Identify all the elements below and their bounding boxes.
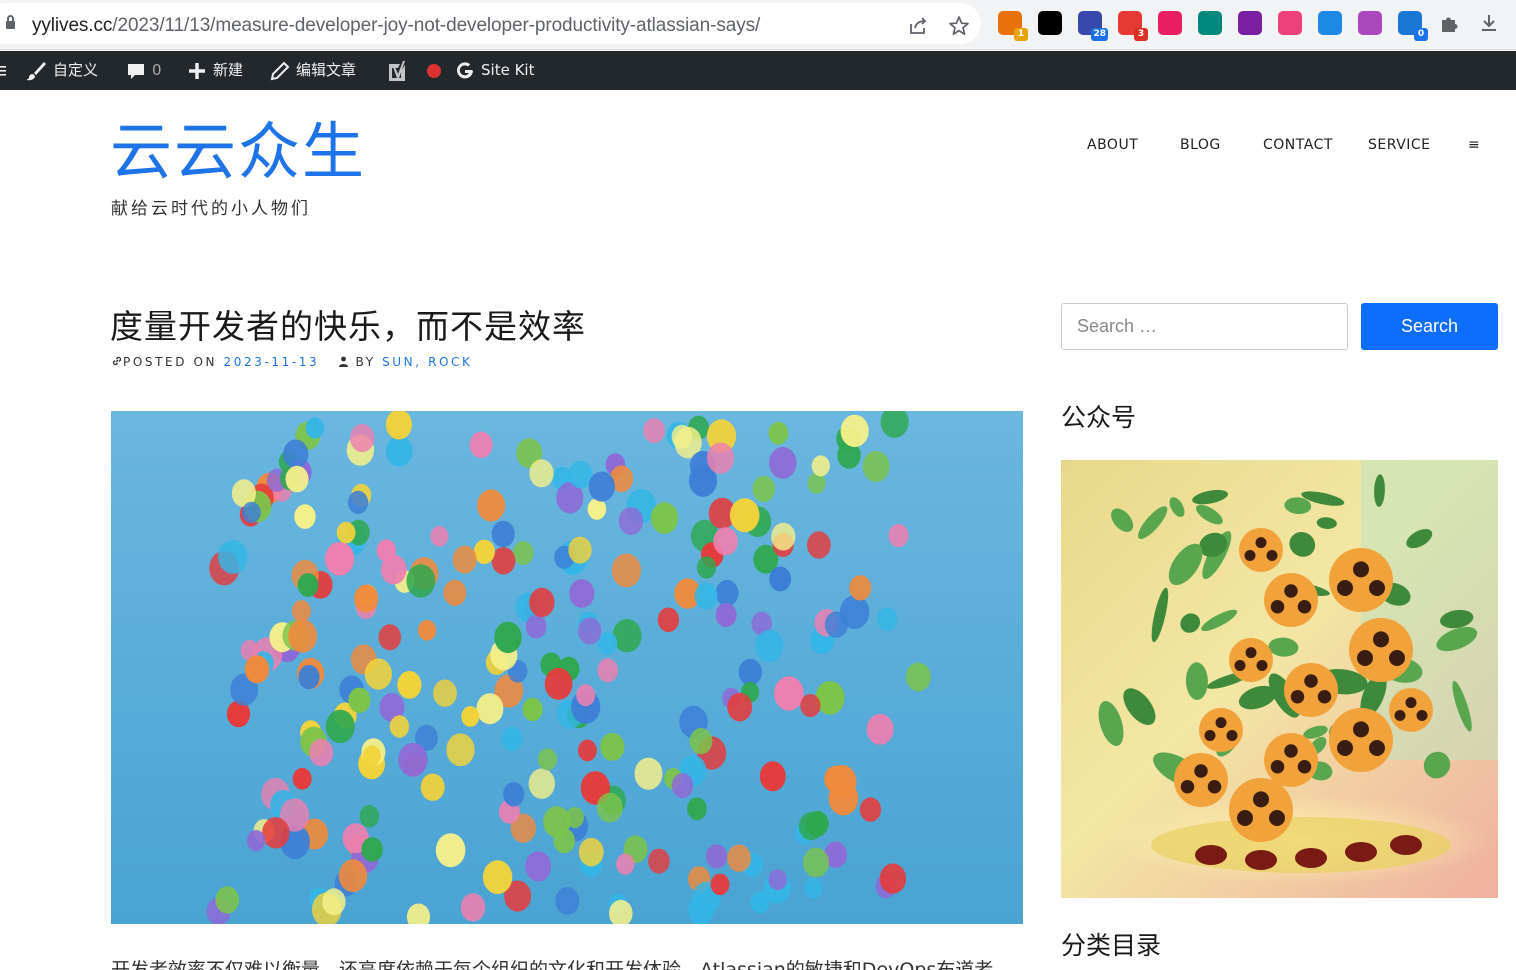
share-icon[interactable] — [907, 15, 929, 37]
wp-admin-bar: 自定义 0 新建 编辑文章 Site Kit — [0, 51, 1516, 90]
post-title: 度量开发者的快乐，而不是效率 — [110, 307, 586, 346]
extensions-puzzle-icon[interactable] — [1438, 12, 1460, 34]
download-icon[interactable] — [1478, 12, 1500, 34]
yoast-seo-menu[interactable] — [386, 51, 447, 90]
extension-badge: 28 — [1091, 28, 1108, 41]
extension-badge: 1 — [1014, 28, 1028, 41]
posted-on-label: POSTED ON — [123, 355, 218, 369]
customize-label: 自定义 — [53, 61, 99, 79]
wechat-account-image — [1061, 460, 1498, 898]
widget-title-wechat: 公众号 — [1061, 403, 1137, 432]
paintbrush-icon — [27, 61, 46, 80]
extension-7-icon[interactable] — [1238, 11, 1262, 35]
site-kit-link[interactable]: Site Kit — [455, 51, 534, 90]
url-text[interactable]: yylives.cc/2023/11/13/measure-developer-… — [32, 15, 760, 37]
comments-link[interactable]: 0 — [126, 51, 162, 90]
search-button[interactable]: Search — [1361, 303, 1498, 350]
comments-count: 0 — [152, 61, 162, 79]
notion-icon[interactable] — [1038, 11, 1062, 35]
new-content-link[interactable]: 新建 — [187, 51, 243, 90]
featured-image-balloons — [111, 411, 1023, 924]
extension-1-icon[interactable]: 1 — [998, 11, 1028, 41]
plus-icon — [189, 62, 205, 79]
customize-link[interactable]: 自定义 — [25, 51, 98, 90]
site-title[interactable]: 云云众生 — [110, 117, 366, 186]
translate-icon[interactable] — [1158, 11, 1182, 35]
extension-4-icon[interactable]: 3 — [1118, 11, 1148, 41]
by-label: BY — [355, 355, 376, 369]
site-tagline: 献给云时代的小人物们 — [111, 199, 311, 219]
extension-badge: 3 — [1134, 28, 1148, 41]
post-author-link[interactable]: SUN, ROCK — [382, 355, 472, 369]
comment-bubble-icon — [128, 63, 144, 79]
post-excerpt: 开发者效率不仅难以衡量，还高度依赖于每个组织的文化和开发体验。Atlassian… — [111, 959, 994, 970]
nav-service[interactable]: SERVICE — [1368, 137, 1431, 153]
browser-toolbar: yylives.cc/2023/11/13/measure-developer-… — [0, 0, 1516, 50]
new-label: 新建 — [213, 61, 244, 79]
openai-icon[interactable] — [1358, 11, 1382, 35]
extension-11-icon[interactable]: 0 — [1398, 11, 1428, 41]
lock-icon[interactable] — [6, 15, 15, 32]
extension-badge: 0 — [1414, 28, 1428, 41]
menu-toggle-icon[interactable]: ≡ — [1468, 137, 1480, 153]
search-input[interactable]: Search … — [1061, 303, 1348, 350]
extension-6-icon[interactable] — [1198, 11, 1222, 35]
pencil-icon — [270, 61, 290, 80]
admin-menu-toggle[interactable] — [0, 51, 8, 90]
extension-8-icon[interactable] — [1278, 11, 1302, 35]
bookmark-star-icon[interactable] — [948, 15, 970, 37]
user-icon — [339, 356, 349, 367]
edit-post-link[interactable]: 编辑文章 — [270, 51, 356, 90]
extension-9-icon[interactable] — [1318, 11, 1342, 35]
widget-title-categories: 分类目录 — [1061, 931, 1162, 960]
seo-status-dot-icon — [426, 63, 441, 78]
link-icon — [112, 356, 122, 366]
url-path: /2023/11/13/measure-developer-joy-not-de… — [112, 15, 761, 36]
post-date-link[interactable]: 2023-11-13 — [224, 355, 320, 369]
url-host: yylives.cc — [32, 15, 113, 36]
google-g-icon — [457, 61, 473, 78]
address-bar[interactable]: yylives.cc/2023/11/13/measure-developer-… — [0, 3, 981, 44]
menu-lines-icon — [0, 65, 6, 76]
yoast-icon — [389, 60, 405, 81]
edit-post-label: 编辑文章 — [296, 61, 357, 79]
extension-3-icon[interactable]: 28 — [1078, 11, 1108, 41]
nav-about[interactable]: ABOUT — [1087, 137, 1138, 153]
nav-contact[interactable]: CONTACT — [1263, 137, 1333, 153]
site-kit-label: Site Kit — [481, 61, 535, 79]
nav-blog[interactable]: BLOG — [1180, 137, 1221, 153]
post-meta: POSTED ON 2023-11-13 BY SUN, ROCK — [111, 355, 473, 369]
